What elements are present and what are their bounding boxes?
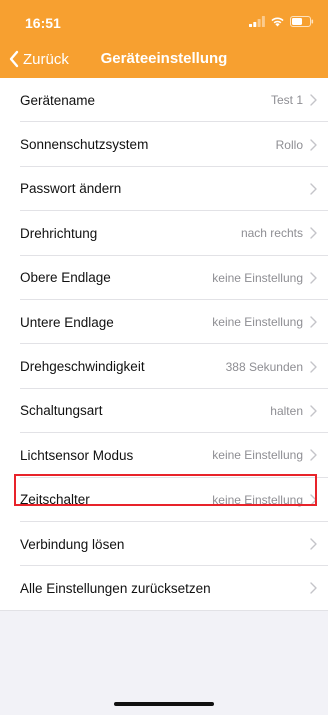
row-label: Untere Endlage	[20, 314, 114, 330]
row-label: Gerätename	[20, 92, 96, 108]
settings-list: Gerätename Test 1 Sonnenschutzsystem Rol…	[0, 78, 328, 612]
status-time: 16:51	[25, 15, 61, 31]
chevron-right-icon	[310, 316, 317, 328]
chevron-right-icon	[310, 405, 317, 417]
settings-row-lichtsensor-modus[interactable]: Lichtsensor Modus keine Einstellung	[0, 433, 328, 478]
row-label: Drehrichtung	[20, 225, 98, 241]
chevron-right-icon	[310, 272, 317, 284]
row-label: Lichtsensor Modus	[20, 447, 134, 463]
row-value: nach rechts	[240, 226, 303, 241]
status-icons	[249, 14, 314, 28]
row-label: Alle Einstellungen zurücksetzen	[20, 580, 211, 596]
row-label: Drehgeschwindigkeit	[20, 359, 145, 375]
row-value: keine Einstellung	[212, 492, 303, 507]
row-label: Passwort ändern	[20, 181, 122, 197]
app-header: 16:51 Zurück Geräteeinstellung	[0, 0, 328, 78]
wifi-icon	[271, 17, 284, 26]
chevron-right-icon	[310, 227, 317, 240]
row-value: Test 1	[270, 93, 303, 108]
row-value: 388 Sekunden	[225, 359, 303, 374]
row-label: Verbindung lösen	[20, 536, 125, 552]
row-value: halten	[270, 403, 303, 418]
row-label: Schaltungsart	[20, 403, 103, 419]
settings-row-untere-endlage[interactable]: Untere Endlage keine Einstellung	[0, 300, 328, 345]
row-label: Obere Endlage	[20, 270, 111, 286]
row-value: keine Einstellung	[212, 448, 303, 463]
row-value: Rollo	[275, 137, 303, 152]
settings-row-zeitschalter[interactable]: Zeitschalter keine Einstellung	[0, 478, 328, 523]
chevron-right-icon	[310, 494, 317, 506]
chevron-right-icon	[310, 94, 317, 106]
settings-row-drehrichtung[interactable]: Drehrichtung nach rechts	[0, 211, 328, 256]
navigation-bar: Zurück Geräteeinstellung	[0, 44, 328, 76]
chevron-right-icon	[310, 183, 317, 195]
cellular-signal-icon	[249, 15, 265, 27]
settings-row-sonnenschutzsystem[interactable]: Sonnenschutzsystem Rollo	[0, 122, 328, 168]
page-title: Geräteeinstellung	[100, 50, 228, 67]
chevron-right-icon	[310, 360, 317, 373]
chevron-right-icon	[310, 449, 317, 462]
settings-row-verbindung-loesen[interactable]: Verbindung lösen	[0, 522, 328, 567]
settings-row-obere-endlage[interactable]: Obere Endlage keine Einstellung	[0, 256, 328, 301]
settings-row-geraetename[interactable]: Gerätename Test 1	[0, 78, 328, 123]
chevron-right-icon	[310, 538, 317, 550]
settings-row-drehgeschwindigkeit[interactable]: Drehgeschwindigkeit 388 Sekunden	[0, 344, 328, 390]
row-value: keine Einstellung	[212, 315, 303, 330]
chevron-right-icon	[310, 582, 317, 595]
home-indicator	[114, 702, 214, 706]
row-label: Zeitschalter	[20, 492, 90, 508]
settings-row-alle-einstellungen-zuruecksetzen[interactable]: Alle Einstellungen zurücksetzen	[0, 566, 328, 612]
row-value: keine Einstellung	[212, 270, 303, 285]
status-bar: 16:51	[0, 0, 328, 40]
battery-icon	[290, 15, 314, 27]
settings-row-schaltungsart[interactable]: Schaltungsart halten	[0, 389, 328, 434]
settings-row-passwort-aendern[interactable]: Passwort ändern	[0, 167, 328, 212]
row-label: Sonnenschutzsystem	[20, 137, 149, 153]
chevron-right-icon	[310, 138, 317, 151]
